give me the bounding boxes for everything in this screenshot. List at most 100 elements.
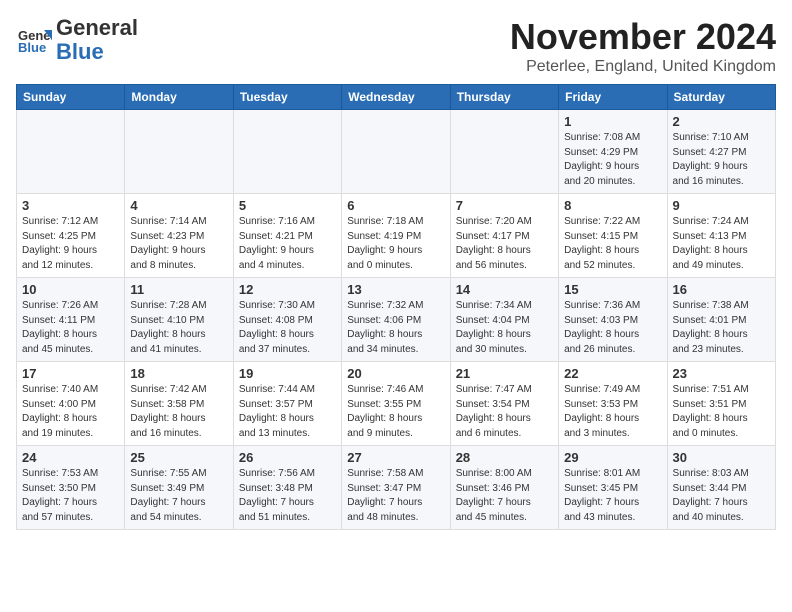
day-number: 21: [456, 366, 553, 381]
calendar-cell: 9Sunrise: 7:24 AM Sunset: 4:13 PM Daylig…: [667, 194, 775, 278]
svg-text:Blue: Blue: [18, 40, 46, 55]
day-number: 3: [22, 198, 119, 213]
day-info: Sunrise: 7:10 AM Sunset: 4:27 PM Dayligh…: [673, 131, 770, 189]
calendar-cell: [233, 110, 341, 194]
day-number: 10: [22, 282, 119, 297]
calendar-cell: 24 Sunrise: 7:53 AM Sunset: 3:50 PM Dayli…: [17, 446, 125, 530]
day-info: Sunrise: 7:56 AM Sunset: 3:48 PM Dayligh…: [239, 467, 336, 525]
logo-text: General Blue: [56, 16, 138, 64]
day-info: Sunrise: 7:53 AM Sunset: 3:50 PM Dayligh…: [22, 467, 119, 525]
day-info: Sunrise: 8:01 AM Sunset: 3:45 PM Dayligh…: [564, 467, 661, 525]
calendar-cell: 3 Sunrise: 7:12 AM Sunset: 4:25 PM Daylig…: [17, 194, 125, 278]
day-number: 5: [239, 198, 336, 213]
day-info: Sunrise: 7:49 AM Sunset: 3:53 PM Dayligh…: [564, 383, 661, 441]
calendar-cell: 12 Sunrise: 7:30 AM Sunset: 4:08 PM Dayli…: [233, 278, 341, 362]
day-number: 18: [130, 366, 227, 381]
calendar-cell: 30 Sunrise: 8:03 AM Sunset: 3:44 PM Dayli…: [667, 446, 775, 530]
day-info: Sunrise: 7:44 AM Sunset: 3:57 PM Dayligh…: [239, 383, 336, 441]
logo: General Blue General Blue: [16, 16, 138, 64]
calendar-cell: 20Sunrise: 7:46 AM Sunset: 3:55 PM Dayli…: [342, 362, 450, 446]
day-number: 6: [347, 198, 444, 213]
calendar-cell: 23Sunrise: 7:51 AM Sunset: 3:51 PM Dayli…: [667, 362, 775, 446]
calendar-header-row: SundayMondayTuesdayWednesdayThursdayFrid…: [17, 85, 776, 110]
day-info: Sunrise: 7:36 AM Sunset: 4:03 PM Dayligh…: [564, 299, 661, 357]
weekday-header: Thursday: [450, 85, 558, 110]
day-number: 30: [673, 450, 770, 465]
calendar-cell: 6 Sunrise: 7:18 AM Sunset: 4:19 PM Daylig…: [342, 194, 450, 278]
day-info: Sunrise: 7:32 AM Sunset: 4:06 PM Dayligh…: [347, 299, 444, 357]
day-number: 28: [456, 450, 553, 465]
day-info: Sunrise: 7:40 AM Sunset: 4:00 PM Dayligh…: [22, 383, 119, 441]
day-number: 22: [564, 366, 661, 381]
calendar-cell: 15 Sunrise: 7:36 AM Sunset: 4:03 PM Dayli…: [559, 278, 667, 362]
calendar-cell: 2 Sunrise: 7:10 AM Sunset: 4:27 PM Daylig…: [667, 110, 775, 194]
day-info: Sunrise: 7:47 AM Sunset: 3:54 PM Dayligh…: [456, 383, 553, 441]
calendar-cell: 26 Sunrise: 7:56 AM Sunset: 3:48 PM Dayli…: [233, 446, 341, 530]
calendar-week-row: 17 Sunrise: 7:40 AM Sunset: 4:00 PM Dayli…: [17, 362, 776, 446]
day-number: 4: [130, 198, 227, 213]
calendar-week-row: 3 Sunrise: 7:12 AM Sunset: 4:25 PM Daylig…: [17, 194, 776, 278]
weekday-header: Sunday: [17, 85, 125, 110]
day-info: Sunrise: 7:12 AM Sunset: 4:25 PM Dayligh…: [22, 215, 119, 273]
calendar-cell: 5 Sunrise: 7:16 AM Sunset: 4:21 PM Daylig…: [233, 194, 341, 278]
calendar-cell: 16Sunrise: 7:38 AM Sunset: 4:01 PM Dayli…: [667, 278, 775, 362]
calendar-cell: 27Sunrise: 7:58 AM Sunset: 3:47 PM Dayli…: [342, 446, 450, 530]
calendar-body: 1Sunrise: 7:08 AM Sunset: 4:29 PM Daylig…: [17, 110, 776, 530]
day-number: 24: [22, 450, 119, 465]
calendar-cell: [17, 110, 125, 194]
day-info: Sunrise: 7:30 AM Sunset: 4:08 PM Dayligh…: [239, 299, 336, 357]
weekday-header: Wednesday: [342, 85, 450, 110]
day-info: Sunrise: 7:28 AM Sunset: 4:10 PM Dayligh…: [130, 299, 227, 357]
day-number: 8: [564, 198, 661, 213]
day-info: Sunrise: 7:55 AM Sunset: 3:49 PM Dayligh…: [130, 467, 227, 525]
day-info: Sunrise: 7:22 AM Sunset: 4:15 PM Dayligh…: [564, 215, 661, 273]
calendar-cell: 14 Sunrise: 7:34 AM Sunset: 4:04 PM Dayli…: [450, 278, 558, 362]
calendar-cell: 10 Sunrise: 7:26 AM Sunset: 4:11 PM Dayli…: [17, 278, 125, 362]
day-number: 14: [456, 282, 553, 297]
calendar-cell: 19 Sunrise: 7:44 AM Sunset: 3:57 PM Dayli…: [233, 362, 341, 446]
day-number: 23: [673, 366, 770, 381]
calendar-cell: 11 Sunrise: 7:28 AM Sunset: 4:10 PM Dayli…: [125, 278, 233, 362]
weekday-header: Tuesday: [233, 85, 341, 110]
day-info: Sunrise: 7:42 AM Sunset: 3:58 PM Dayligh…: [130, 383, 227, 441]
header: General Blue General Blue November 2024 …: [16, 16, 776, 76]
day-number: 26: [239, 450, 336, 465]
day-info: Sunrise: 8:00 AM Sunset: 3:46 PM Dayligh…: [456, 467, 553, 525]
day-info: Sunrise: 7:16 AM Sunset: 4:21 PM Dayligh…: [239, 215, 336, 273]
calendar-table: SundayMondayTuesdayWednesdayThursdayFrid…: [16, 84, 776, 530]
calendar-cell: 22 Sunrise: 7:49 AM Sunset: 3:53 PM Dayli…: [559, 362, 667, 446]
calendar-cell: 21 Sunrise: 7:47 AM Sunset: 3:54 PM Dayli…: [450, 362, 558, 446]
day-info: Sunrise: 7:14 AM Sunset: 4:23 PM Dayligh…: [130, 215, 227, 273]
calendar-week-row: 10 Sunrise: 7:26 AM Sunset: 4:11 PM Dayli…: [17, 278, 776, 362]
calendar-cell: 29Sunrise: 8:01 AM Sunset: 3:45 PM Dayli…: [559, 446, 667, 530]
day-info: Sunrise: 7:08 AM Sunset: 4:29 PM Dayligh…: [564, 131, 661, 189]
day-number: 17: [22, 366, 119, 381]
day-info: Sunrise: 7:24 AM Sunset: 4:13 PM Dayligh…: [673, 215, 770, 273]
day-info: Sunrise: 7:18 AM Sunset: 4:19 PM Dayligh…: [347, 215, 444, 273]
calendar-cell: 4 Sunrise: 7:14 AM Sunset: 4:23 PM Daylig…: [125, 194, 233, 278]
weekday-header: Saturday: [667, 85, 775, 110]
day-number: 19: [239, 366, 336, 381]
day-number: 12: [239, 282, 336, 297]
calendar-cell: [342, 110, 450, 194]
day-number: 16: [673, 282, 770, 297]
calendar-week-row: 1Sunrise: 7:08 AM Sunset: 4:29 PM Daylig…: [17, 110, 776, 194]
calendar-cell: 7 Sunrise: 7:20 AM Sunset: 4:17 PM Daylig…: [450, 194, 558, 278]
weekday-header: Friday: [559, 85, 667, 110]
day-number: 15: [564, 282, 661, 297]
day-number: 2: [673, 114, 770, 129]
day-number: 11: [130, 282, 227, 297]
calendar-cell: 8 Sunrise: 7:22 AM Sunset: 4:15 PM Daylig…: [559, 194, 667, 278]
calendar-cell: 18 Sunrise: 7:42 AM Sunset: 3:58 PM Dayli…: [125, 362, 233, 446]
calendar-cell: 25Sunrise: 7:55 AM Sunset: 3:49 PM Dayli…: [125, 446, 233, 530]
day-info: Sunrise: 7:20 AM Sunset: 4:17 PM Dayligh…: [456, 215, 553, 273]
day-number: 13: [347, 282, 444, 297]
day-number: 20: [347, 366, 444, 381]
day-number: 7: [456, 198, 553, 213]
day-info: Sunrise: 7:26 AM Sunset: 4:11 PM Dayligh…: [22, 299, 119, 357]
day-info: Sunrise: 8:03 AM Sunset: 3:44 PM Dayligh…: [673, 467, 770, 525]
calendar-cell: 28 Sunrise: 8:00 AM Sunset: 3:46 PM Dayli…: [450, 446, 558, 530]
day-info: Sunrise: 7:34 AM Sunset: 4:04 PM Dayligh…: [456, 299, 553, 357]
day-info: Sunrise: 7:58 AM Sunset: 3:47 PM Dayligh…: [347, 467, 444, 525]
calendar-cell: [125, 110, 233, 194]
